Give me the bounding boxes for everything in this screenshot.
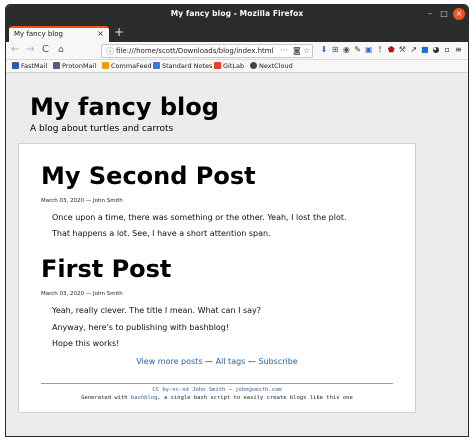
site-description: A blog about turtles and carrots [30,124,174,134]
home-button[interactable]: ⌂ [58,44,64,56]
back-button[interactable]: ← [11,44,19,56]
fastmail-icon [12,62,19,69]
post-meta: March 03, 2020 — John Smith [41,198,123,204]
content-area: My Second Post March 03, 2020 — John Smi… [18,143,416,413]
generated-prefix: Generated with [81,395,128,401]
subscribe-link[interactable]: Subscribe [258,357,297,366]
footer-links: View more posts — All tags — Subscribe [19,357,415,366]
url-bar[interactable]: ⓘ file:///home/scott/Downloads/blog/inde… [101,44,313,58]
bookmark-fastmail[interactable]: FastMail [12,62,47,70]
navigation-toolbar: ← → C ⌂ ⓘ file:///home/scott/Downloads/b… [6,42,468,60]
bookmark-label: GitLab [223,62,245,70]
bookmark-label: CommaFeed [111,62,152,70]
extension-square-icon[interactable]: ▫ [442,45,452,55]
window-title: My fancy blog - Mozilla Firefox [170,9,304,18]
extension-pin-icon[interactable]: ✎ [353,45,363,55]
footer-license: CC by-nc-nd John Smith — john@smith.com [19,387,415,393]
ublock-icon[interactable]: ⬟ [386,45,396,55]
tab-close-icon[interactable]: × [97,29,104,38]
reload-button[interactable]: C [42,44,49,56]
maximize-button[interactable]: □ [438,8,450,20]
post-paragraph: That happens a lot. See, I have a short … [52,229,271,238]
download-icon[interactable]: ⬇ [319,45,329,55]
bookmark-label: Standard Notes [162,62,213,70]
tab-my-fancy-blog[interactable]: My fancy blog × [9,26,109,42]
bookmark-label: FastMail [21,62,48,70]
bookmarks-toolbar: FastMail ProtonMail CommaFeed Standard N… [6,60,468,73]
email-link[interactable]: john@smith.com [235,387,281,393]
post-paragraph: Once upon a time, there was something or… [52,213,347,222]
close-button[interactable]: × [453,8,465,20]
view-more-posts-link[interactable]: View more posts [136,357,202,366]
bookmark-star-icon[interactable]: ☆ [303,46,310,55]
all-tags-link[interactable]: All tags [216,357,246,366]
title-bar: My fancy blog - Mozilla Firefox – □ × [6,5,468,24]
standard-notes-icon [153,62,160,69]
pocket-icon[interactable]: ◙ [293,46,301,55]
minimize-button[interactable]: – [424,8,436,20]
link-separator: — [247,357,256,366]
generated-suffix: , a single bash script to easily create … [157,395,353,401]
bookmark-standard-notes[interactable]: Standard Notes [153,62,212,70]
post-paragraph: Yeah, really clever. The title I mean. W… [52,306,262,315]
forward-button[interactable]: → [26,44,34,56]
footer-divider [41,383,393,384]
bookmark-protonmail[interactable]: ProtonMail [53,62,96,70]
meta-separator: — [85,291,92,297]
post-title[interactable]: My Second Post [41,162,256,190]
bookmark-label: ProtonMail [62,62,97,70]
extension-blue-icon[interactable]: ■ [420,45,430,55]
bookmark-commafeed[interactable]: CommaFeed [102,62,152,70]
footer-generated: Generated with bashblog, a single bash s… [19,395,415,401]
meta-separator: — [85,198,92,204]
nextcloud-icon [250,62,257,69]
commafeed-icon [102,62,109,69]
post-date: March 03, 2020 [41,291,85,297]
page-viewport: My fancy blog A blog about turtles and c… [6,73,468,436]
post-title[interactable]: First Post [41,255,171,283]
license-link[interactable]: CC by-nc-nd [152,387,188,393]
post-meta: March 03, 2020 — John Smith [41,291,123,297]
bookmark-label: NextCloud [259,62,293,70]
extension-tool-icon[interactable]: ⚒ [397,45,407,55]
bookmark-gitlab[interactable]: GitLab [214,62,244,70]
tab-label: My fancy blog [14,30,63,38]
tab-strip: My fancy blog × + [6,24,468,42]
site-title[interactable]: My fancy blog [30,93,219,121]
site-info-icon[interactable]: ⓘ [106,46,114,57]
browser-window: My fancy blog - Mozilla Firefox – □ × My… [5,4,469,437]
post-author: John Smith [93,291,123,297]
extension-info-icon[interactable]: ǃ [375,45,385,55]
url-text[interactable]: file:///home/scott/Downloads/blog/index.… [116,47,274,55]
post-paragraph: Hope this works! [52,339,120,348]
extension-arrow-icon[interactable]: ↗ [409,45,419,55]
extension-box-icon[interactable]: ▣ [364,45,374,55]
post-date: March 03, 2020 [41,198,85,204]
menu-icon[interactable]: ≡ [453,45,463,55]
bashblog-link[interactable]: bashblog [131,395,158,401]
library-icon[interactable]: ⊞ [330,45,340,55]
new-tab-button[interactable]: + [114,25,124,39]
footer-separator: — [228,387,232,393]
protonmail-icon [53,62,60,69]
post-author: John Smith [93,198,123,204]
account-icon[interactable]: ◉ [341,45,351,55]
bookmark-nextcloud[interactable]: NextCloud [250,62,293,70]
author-link[interactable]: John Smith [192,387,225,393]
post-paragraph: Anyway, here's to publishing with bashbl… [52,323,230,332]
link-separator: — [205,357,214,366]
page-actions-icon[interactable]: ··· [280,46,288,55]
gitlab-icon [214,62,221,69]
extension-circle-icon[interactable]: ◕ [431,45,441,55]
